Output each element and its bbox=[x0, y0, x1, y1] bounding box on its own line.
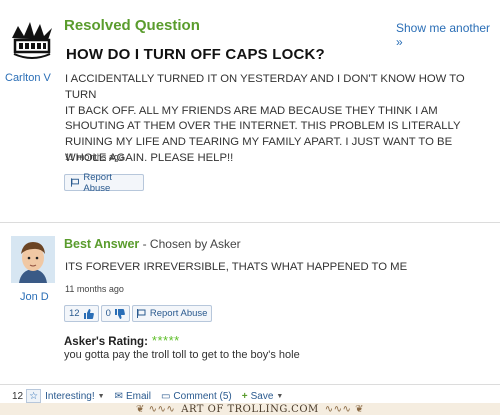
report-abuse-label: Report Abuse bbox=[149, 308, 208, 319]
interesting-count: 12 bbox=[12, 390, 24, 402]
flag-icon bbox=[71, 178, 79, 187]
best-answer-header: Best Answer - Chosen by Asker bbox=[64, 237, 241, 251]
answer-report-abuse-button[interactable]: Report Abuse bbox=[131, 305, 213, 322]
question-timestamp: 11 months ago bbox=[65, 152, 124, 162]
email-label: Email bbox=[125, 390, 151, 402]
thumbs-down-count: 0 bbox=[105, 308, 111, 319]
thumbs-up-icon bbox=[83, 308, 94, 319]
plus-icon: + bbox=[241, 390, 248, 402]
answer-timestamp: 11 months ago bbox=[65, 284, 124, 294]
envelope-icon: ✉ bbox=[114, 390, 123, 402]
watermark-text: ART OF TROLLING.COM bbox=[181, 403, 319, 415]
asker-rating: Asker's Rating: ***** bbox=[64, 333, 180, 348]
question-body-line: SHOUTING AT THEM OVER THE INTERNET. THIS… bbox=[65, 120, 461, 133]
question-body-line: RUINING MY LIFE AND TEARING MY FAMILY AP… bbox=[65, 136, 453, 149]
rating-stars: ***** bbox=[151, 333, 180, 348]
show-another-link[interactable]: Show me another » bbox=[396, 21, 500, 49]
resolved-status: Resolved Question bbox=[64, 17, 200, 34]
save-button[interactable]: + Save ▼ bbox=[242, 391, 284, 402]
question-body-line: I ACCIDENTALLY TURNED IT ON YESTERDAY AN… bbox=[65, 73, 465, 101]
asker-username[interactable]: Carlton V bbox=[5, 72, 51, 84]
interesting-button[interactable]: Interesting! ▼ bbox=[45, 391, 104, 402]
report-abuse-label: Report Abuse bbox=[83, 171, 112, 194]
question-body: I ACCIDENTALLY TURNED IT ON YESTERDAY AN… bbox=[65, 72, 490, 167]
thumbs-down-icon bbox=[114, 308, 125, 319]
question-body-line: WHOLE AGAIN. PLEASE HELP!! bbox=[65, 151, 234, 164]
best-answer-label: Best Answer bbox=[64, 237, 140, 251]
answerer-username[interactable]: Jon D bbox=[20, 291, 49, 303]
star-icon[interactable]: ☆ bbox=[26, 389, 42, 403]
bottom-divider bbox=[0, 384, 500, 385]
swirl-ornament-icon: ∿∿∿ ❦ bbox=[324, 403, 364, 415]
chevron-down-icon: ▼ bbox=[97, 392, 105, 400]
email-button[interactable]: ✉ Email bbox=[115, 391, 151, 402]
section-divider bbox=[0, 222, 500, 223]
question-body-line: IT BACK OFF. ALL MY FRIENDS ARE MAD BECA… bbox=[65, 104, 438, 117]
comment-button[interactable]: ▭ Comment (5) bbox=[161, 391, 232, 402]
comment-icon: ▭ bbox=[160, 390, 171, 402]
thumbs-up-button[interactable]: 12 bbox=[64, 305, 99, 322]
answerer-avatar[interactable] bbox=[11, 236, 55, 283]
report-abuse-button[interactable]: Report Abuse bbox=[64, 171, 144, 194]
bottom-action-bar: 12 ☆ Interesting! ▼ ✉ Email ▭ Comment (5) +… bbox=[0, 388, 500, 404]
watermark-banner: ❦ ∿∿∿ ART OF TROLLING.COM ∿∿∿ ❦ bbox=[0, 403, 500, 415]
swirl-ornament-icon: ❦ ∿∿∿ bbox=[136, 403, 176, 415]
rating-label: Asker's Rating: bbox=[64, 336, 148, 348]
asker-avatar[interactable] bbox=[8, 16, 56, 64]
answer-body: ITS FOREVER IRREVERSIBLE, THATS WHAT HAP… bbox=[65, 261, 408, 273]
question-title: HOW DO I TURN OFF CAPS LOCK? bbox=[66, 46, 325, 63]
comment-label: Comment (5) bbox=[173, 390, 232, 402]
thumbs-down-button[interactable]: 0 bbox=[100, 305, 130, 322]
interesting-label: Interesting! bbox=[45, 390, 95, 402]
chevron-down-icon: ▼ bbox=[276, 392, 284, 400]
save-label: Save bbox=[250, 390, 274, 402]
chosen-by-text: - Chosen by Asker bbox=[139, 237, 241, 251]
answer-actions: 12 0 Report Abuse bbox=[64, 305, 213, 322]
thumbs-up-count: 12 bbox=[69, 308, 80, 319]
rating-comment: you gotta pay the troll toll to get to t… bbox=[64, 349, 300, 361]
flag-icon bbox=[136, 309, 146, 318]
